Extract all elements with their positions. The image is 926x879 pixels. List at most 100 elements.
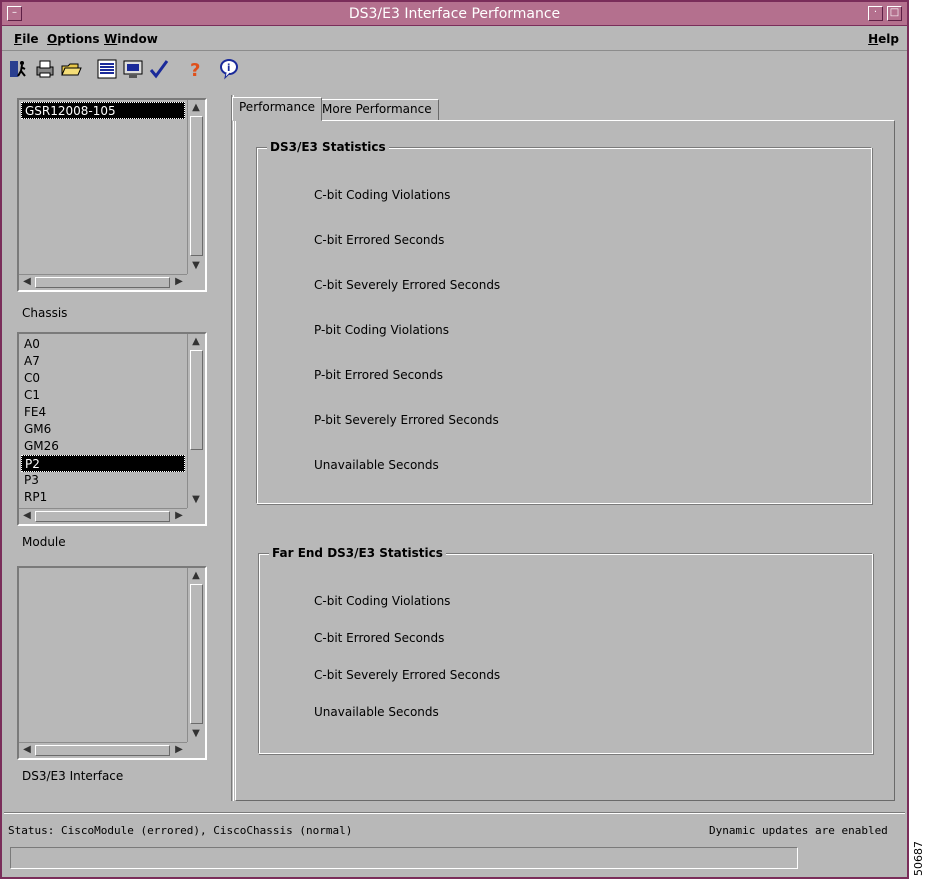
module-list[interactable]: A0 A7 C0 C1 FE4 GM6 GM26 P2 P3 RP1 ▲ ▼ ◀ ▶ xyxy=(17,332,207,526)
module-list-item[interactable]: C1 xyxy=(21,387,185,404)
tab-performance[interactable]: Performance xyxy=(232,97,323,121)
module-list-item[interactable]: A7 xyxy=(21,353,185,370)
chassis-list[interactable]: GSR12008-105 ▲ ▼ ◀ ▶ xyxy=(17,98,207,292)
menu-help[interactable]: Help xyxy=(868,32,899,46)
interface-list[interactable]: ▲ ▼ ◀ ▶ xyxy=(17,566,207,760)
interface-vertical-scrollbar[interactable]: ▲ ▼ xyxy=(187,568,205,742)
far-end-stat-label: C-bit Severely Errored Seconds xyxy=(314,668,501,682)
scroll-up-icon[interactable]: ▲ xyxy=(189,569,203,583)
help-question-icon: ? xyxy=(190,60,200,81)
dynamic-updates-text: Dynamic updates are enabled xyxy=(709,824,888,837)
module-list-item[interactable]: P2 xyxy=(21,455,185,472)
exit-icon xyxy=(10,61,26,77)
menu-window-mnemonic: W xyxy=(104,32,118,46)
display-icon xyxy=(123,60,143,78)
scroll-down-icon[interactable]: ▼ xyxy=(189,259,203,273)
scroll-thumb[interactable] xyxy=(35,511,170,522)
chassis-vertical-scrollbar[interactable]: ▲ ▼ xyxy=(187,100,205,274)
interface-list-items xyxy=(19,568,187,742)
svg-text:?: ? xyxy=(190,60,200,80)
chassis-horizontal-scrollbar[interactable]: ◀ ▶ xyxy=(19,274,187,290)
scroll-up-icon[interactable]: ▲ xyxy=(189,101,203,115)
app-window: – DS3/E3 Interface Performance · □ File … xyxy=(0,0,909,879)
module-label: Module xyxy=(22,535,66,549)
menu-file[interactable]: File xyxy=(14,32,39,46)
module-list-item[interactable]: A0 xyxy=(21,336,185,353)
ds3-stat-label: C-bit Coding Violations xyxy=(314,188,451,202)
print-button[interactable] xyxy=(34,58,56,80)
menu-options-mnemonic: O xyxy=(47,32,58,46)
scroll-thumb[interactable] xyxy=(35,745,170,756)
module-list-item[interactable]: P3 xyxy=(21,472,185,489)
minimize-button[interactable]: · xyxy=(868,6,883,21)
print-icon xyxy=(36,60,54,78)
scroll-thumb[interactable] xyxy=(190,350,203,450)
minimize-icon: · xyxy=(873,7,878,18)
scroll-up-icon[interactable]: ▲ xyxy=(189,335,203,349)
open-button[interactable] xyxy=(60,58,82,80)
module-list-item[interactable]: C0 xyxy=(21,370,185,387)
status-separator xyxy=(4,812,905,814)
far-end-statistics-title: Far End DS3/E3 Statistics xyxy=(269,546,446,560)
scroll-thumb[interactable] xyxy=(190,116,203,256)
menu-window[interactable]: Window xyxy=(104,32,158,46)
exit-button[interactable] xyxy=(8,58,30,80)
ds3-stat-label: P-bit Coding Violations xyxy=(314,323,450,337)
menu-options[interactable]: Options xyxy=(47,32,100,46)
interface-label: DS3/E3 Interface xyxy=(22,769,124,783)
chassis-label: Chassis xyxy=(22,306,68,320)
checkmark-icon xyxy=(149,60,169,79)
title-bar[interactable]: – DS3/E3 Interface Performance · □ xyxy=(2,2,907,26)
far-end-stat-label: C-bit Errored Seconds xyxy=(314,631,445,645)
scroll-left-icon[interactable]: ◀ xyxy=(20,275,34,289)
module-list-item[interactable]: RP1 xyxy=(21,489,185,506)
tab-more-performance[interactable]: More Performance xyxy=(315,99,439,121)
status-text: Status: CiscoModule (errored), CiscoChas… xyxy=(8,824,353,837)
performance-tab-panel: DS3/E3 Statistics C-bit Coding Violation… xyxy=(235,120,895,801)
info-button[interactable]: i xyxy=(218,58,240,80)
far-end-stat-label: Unavailable Seconds xyxy=(314,705,439,719)
module-list-item[interactable]: GM6 xyxy=(21,421,185,438)
help-button[interactable]: ? xyxy=(184,58,206,81)
ds3-statistics-group: DS3/E3 Statistics C-bit Coding Violation… xyxy=(256,140,872,504)
scroll-down-icon[interactable]: ▼ xyxy=(189,493,203,507)
module-list-item[interactable]: GM26 xyxy=(21,438,185,455)
module-vertical-scrollbar[interactable]: ▲ ▼ xyxy=(187,334,205,508)
menu-file-label: ile xyxy=(22,32,39,46)
scroll-left-icon[interactable]: ◀ xyxy=(20,509,34,523)
ds3-statistics-title: DS3/E3 Statistics xyxy=(267,140,389,154)
scroll-right-icon[interactable]: ▶ xyxy=(172,275,186,289)
maximize-button[interactable]: □ xyxy=(887,6,902,21)
svg-text:i: i xyxy=(227,63,230,74)
scroll-thumb[interactable] xyxy=(190,584,203,724)
status-bar xyxy=(10,847,798,869)
menu-help-mnemonic: H xyxy=(868,32,879,46)
scroll-left-icon[interactable]: ◀ xyxy=(20,743,34,757)
module-list-item[interactable]: FE4 xyxy=(21,404,185,421)
interface-horizontal-scrollbar[interactable]: ◀ ▶ xyxy=(19,742,187,758)
list-icon xyxy=(97,59,117,79)
menu-window-label: indow xyxy=(117,32,158,46)
menu-options-label: ptions xyxy=(57,32,100,46)
open-folder-icon xyxy=(61,63,82,76)
info-icon: i xyxy=(220,59,238,80)
chassis-list-items: GSR12008-105 xyxy=(19,100,187,274)
scroll-thumb[interactable] xyxy=(35,277,170,288)
ds3-stat-label: P-bit Errored Seconds xyxy=(314,368,443,382)
figure-number: 50687 xyxy=(911,840,925,876)
maximize-icon: □ xyxy=(889,7,900,18)
module-horizontal-scrollbar[interactable]: ◀ ▶ xyxy=(19,508,187,524)
scroll-right-icon[interactable]: ▶ xyxy=(172,743,186,757)
menu-file-mnemonic: F xyxy=(14,32,23,46)
apply-button[interactable] xyxy=(148,58,170,80)
scroll-right-icon[interactable]: ▶ xyxy=(172,509,186,523)
far-end-statistics-group: Far End DS3/E3 Statistics C-bit Coding V… xyxy=(258,546,873,754)
scroll-down-icon[interactable]: ▼ xyxy=(189,727,203,741)
pane-divider[interactable] xyxy=(231,95,234,801)
list-button[interactable] xyxy=(96,58,118,80)
far-end-stat-label: C-bit Coding Violations xyxy=(314,594,451,608)
toolbar: ? i xyxy=(2,54,907,86)
window-title: DS3/E3 Interface Performance xyxy=(348,6,561,22)
chassis-list-item[interactable]: GSR12008-105 xyxy=(21,102,185,119)
display-button[interactable] xyxy=(122,58,144,80)
